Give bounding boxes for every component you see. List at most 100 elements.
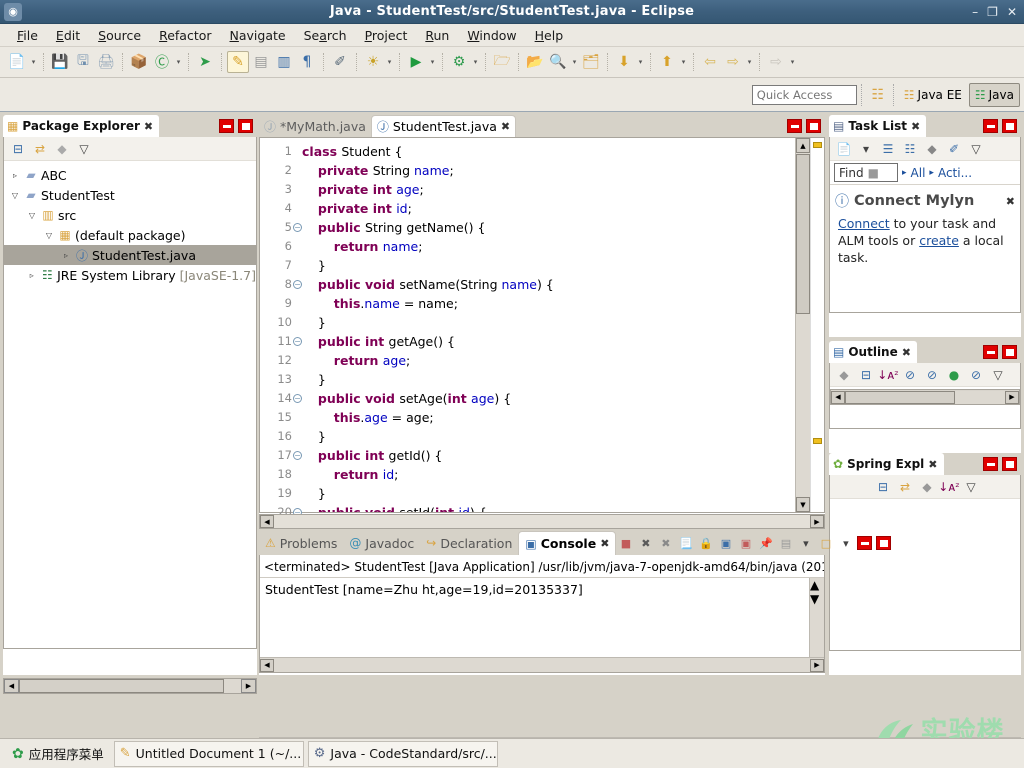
last-edit-dropdown[interactable]: ▾ xyxy=(788,51,797,73)
scroll-left-icon[interactable]: ◀ xyxy=(260,658,274,672)
warning-marker[interactable] xyxy=(813,438,822,444)
search-dropdown[interactable]: ▾ xyxy=(570,51,579,73)
chevron-down-icon[interactable]: ▽ xyxy=(25,211,39,220)
taskbar-window[interactable]: ⚙ Java - CodeStandard/src/... xyxy=(307,740,498,767)
tab-spring-explorer[interactable]: ✿ Spring Expl ✖ xyxy=(829,453,944,475)
menu-window[interactable]: Window xyxy=(458,26,525,45)
external-tools-button[interactable]: ⚙ xyxy=(448,51,470,73)
open-task-button[interactable]: ¶ xyxy=(296,51,318,73)
synchronize-changed-icon[interactable]: ✐ xyxy=(944,139,964,159)
maximize-view-button[interactable] xyxy=(1002,345,1017,359)
menu-help[interactable]: Help xyxy=(526,26,573,45)
show-console-on-output-icon[interactable]: ▣ xyxy=(716,534,735,553)
minimize-view-button[interactable] xyxy=(857,536,873,550)
show-console-on-error-icon[interactable]: ▣ xyxy=(736,534,755,553)
menu-run[interactable]: Run xyxy=(416,26,458,45)
vscroll-thumb[interactable] xyxy=(796,154,810,314)
collapse-all-icon[interactable]: ⊟ xyxy=(856,365,876,385)
ohscroll-track[interactable] xyxy=(845,390,1005,404)
hscroll-track[interactable] xyxy=(19,679,241,693)
categorized-presentation-icon[interactable]: ☰ xyxy=(878,139,898,159)
filter-all-link[interactable]: All xyxy=(911,166,926,180)
next-annotation-dropdown[interactable]: ▾ xyxy=(636,51,645,73)
maximize-view-button[interactable] xyxy=(876,536,892,550)
minimize-view-button[interactable] xyxy=(983,119,998,133)
perspective-java[interactable]: ☷ Java xyxy=(968,82,1020,107)
scroll-up-icon[interactable]: ▲ xyxy=(796,138,810,153)
focus-on-active-task-icon[interactable]: ◆ xyxy=(52,139,72,159)
console-hscrollbar[interactable]: ◀ ▶ xyxy=(260,657,824,672)
new-wizard-dropdown[interactable]: ▾ xyxy=(29,51,38,73)
open-resource-button[interactable]: 📂 xyxy=(524,51,546,73)
fold-collapse-icon[interactable]: − xyxy=(293,394,302,403)
console-vscrollbar[interactable]: ▲ ▼ xyxy=(809,578,824,657)
sort-icon[interactable]: ↓ᴀᶻ xyxy=(877,365,899,385)
editor-hscrollbar[interactable]: ◀ ▶ xyxy=(259,514,825,529)
back-button[interactable]: ⇦ xyxy=(699,51,721,73)
menu-source[interactable]: Source xyxy=(89,26,150,45)
minimize-button[interactable]: – xyxy=(972,6,978,18)
forward-dropdown[interactable]: ▾ xyxy=(745,51,754,73)
tree-item-studenttest[interactable]: ▽ ▰ StudentTest xyxy=(4,185,256,205)
previous-annotation-dropdown[interactable]: ▾ xyxy=(679,51,688,73)
console-output-area[interactable]: StudentTest [name=Zhu ht,age=19,id=20135… xyxy=(260,577,824,657)
console-tab-problems[interactable]: ⚠ Problems xyxy=(259,531,343,555)
close-icon[interactable]: ✖ xyxy=(600,537,609,550)
close-icon[interactable]: ✖ xyxy=(144,120,153,133)
quick-access-input[interactable] xyxy=(751,84,857,105)
close-icon[interactable]: ✖ xyxy=(1006,195,1015,208)
open-perspective-icon[interactable]: ☷ xyxy=(867,84,889,106)
maximize-editor-button[interactable] xyxy=(806,119,821,133)
restore-button[interactable]: ❐ xyxy=(987,6,998,18)
last-edit-location-button[interactable]: ⇨ xyxy=(765,51,787,73)
tree-item-jre-system-library[interactable]: ▹ ☷ JRE System Library [JavaSE-1.7] xyxy=(4,265,256,285)
scheduled-presentation-icon[interactable]: ☷ xyxy=(900,139,920,159)
skip-all-breakpoints-button[interactable]: ✎ xyxy=(227,51,249,73)
code-editor[interactable]: 1 2 3 4 5−6 7 8−9 10 11−12 13 14−15 16 17−18 19 20− cl… xyxy=(259,137,825,519)
external-tools-dropdown[interactable]: ▾ xyxy=(471,51,480,73)
chevron-right-icon[interactable]: ▹ xyxy=(8,171,22,180)
ehscroll-track[interactable] xyxy=(274,515,810,528)
new-task-icon[interactable]: 📄 xyxy=(834,139,854,159)
find-input[interactable]: Find ■ xyxy=(834,163,898,182)
scroll-left-icon[interactable]: ◀ xyxy=(831,390,845,404)
app-menu-button[interactable]: ✿ 应用程序菜单 xyxy=(6,742,110,766)
link-with-editor-icon[interactable]: ⇄ xyxy=(30,139,50,159)
build-button[interactable]: ▤ xyxy=(250,51,272,73)
next-annotation-button[interactable]: ⬇ xyxy=(613,51,635,73)
new-java-project-button[interactable]: 🗁 xyxy=(491,51,513,73)
close-icon[interactable]: ✖ xyxy=(902,346,911,359)
ohscroll-thumb[interactable] xyxy=(845,390,955,404)
tree-item-studenttest-java[interactable]: ▹ Ⓙ StudentTest.java xyxy=(4,245,256,265)
chevron-down-icon[interactable]: ▽ xyxy=(42,231,56,240)
collapse-all-icon[interactable]: ⊟ xyxy=(8,139,28,159)
tree-item-default-package[interactable]: ▽ ▦ (default package) xyxy=(4,225,256,245)
hide-local-types-icon[interactable]: ⊘ xyxy=(966,365,986,385)
forward-button[interactable]: ⇨ xyxy=(722,51,744,73)
menu-project[interactable]: Project xyxy=(356,26,417,45)
editor-vscrollbar[interactable]: ▲ ▼ xyxy=(795,138,810,512)
run-button[interactable]: ▶ xyxy=(405,51,427,73)
close-button[interactable]: ✕ xyxy=(1007,6,1017,18)
fold-collapse-icon[interactable]: − xyxy=(293,337,302,346)
scroll-down-icon[interactable]: ▼ xyxy=(796,497,810,512)
scroll-right-icon[interactable]: ▶ xyxy=(241,679,256,693)
filter-activate-link[interactable]: Acti... xyxy=(938,166,972,180)
toggle-mark-occurrences-button[interactable]: ➤ xyxy=(194,51,216,73)
close-icon[interactable]: ✖ xyxy=(911,120,920,133)
minimize-editor-button[interactable] xyxy=(787,119,802,133)
outline-hscrollbar[interactable]: ◀ ▶ xyxy=(830,389,1020,405)
scroll-left-icon[interactable]: ◀ xyxy=(4,679,19,693)
scroll-up-icon[interactable]: ▲ xyxy=(810,578,824,592)
fold-collapse-icon[interactable]: − xyxy=(293,280,302,289)
scroll-right-icon[interactable]: ▶ xyxy=(810,658,824,672)
print-button[interactable]: 🖨 xyxy=(95,51,117,73)
clear-find-icon[interactable]: ■ xyxy=(868,166,879,180)
focus-on-active-task-icon[interactable]: ◆ xyxy=(917,477,937,497)
minimize-view-button[interactable] xyxy=(983,345,998,359)
view-menu-icon[interactable]: ▽ xyxy=(74,139,94,159)
connect-link[interactable]: Connect xyxy=(838,216,890,231)
pin-console-icon[interactable]: 📌 xyxy=(756,534,775,553)
console-tab-console[interactable]: ▣ Console ✖ xyxy=(518,531,617,555)
view-menu-icon[interactable]: ▽ xyxy=(961,477,981,497)
